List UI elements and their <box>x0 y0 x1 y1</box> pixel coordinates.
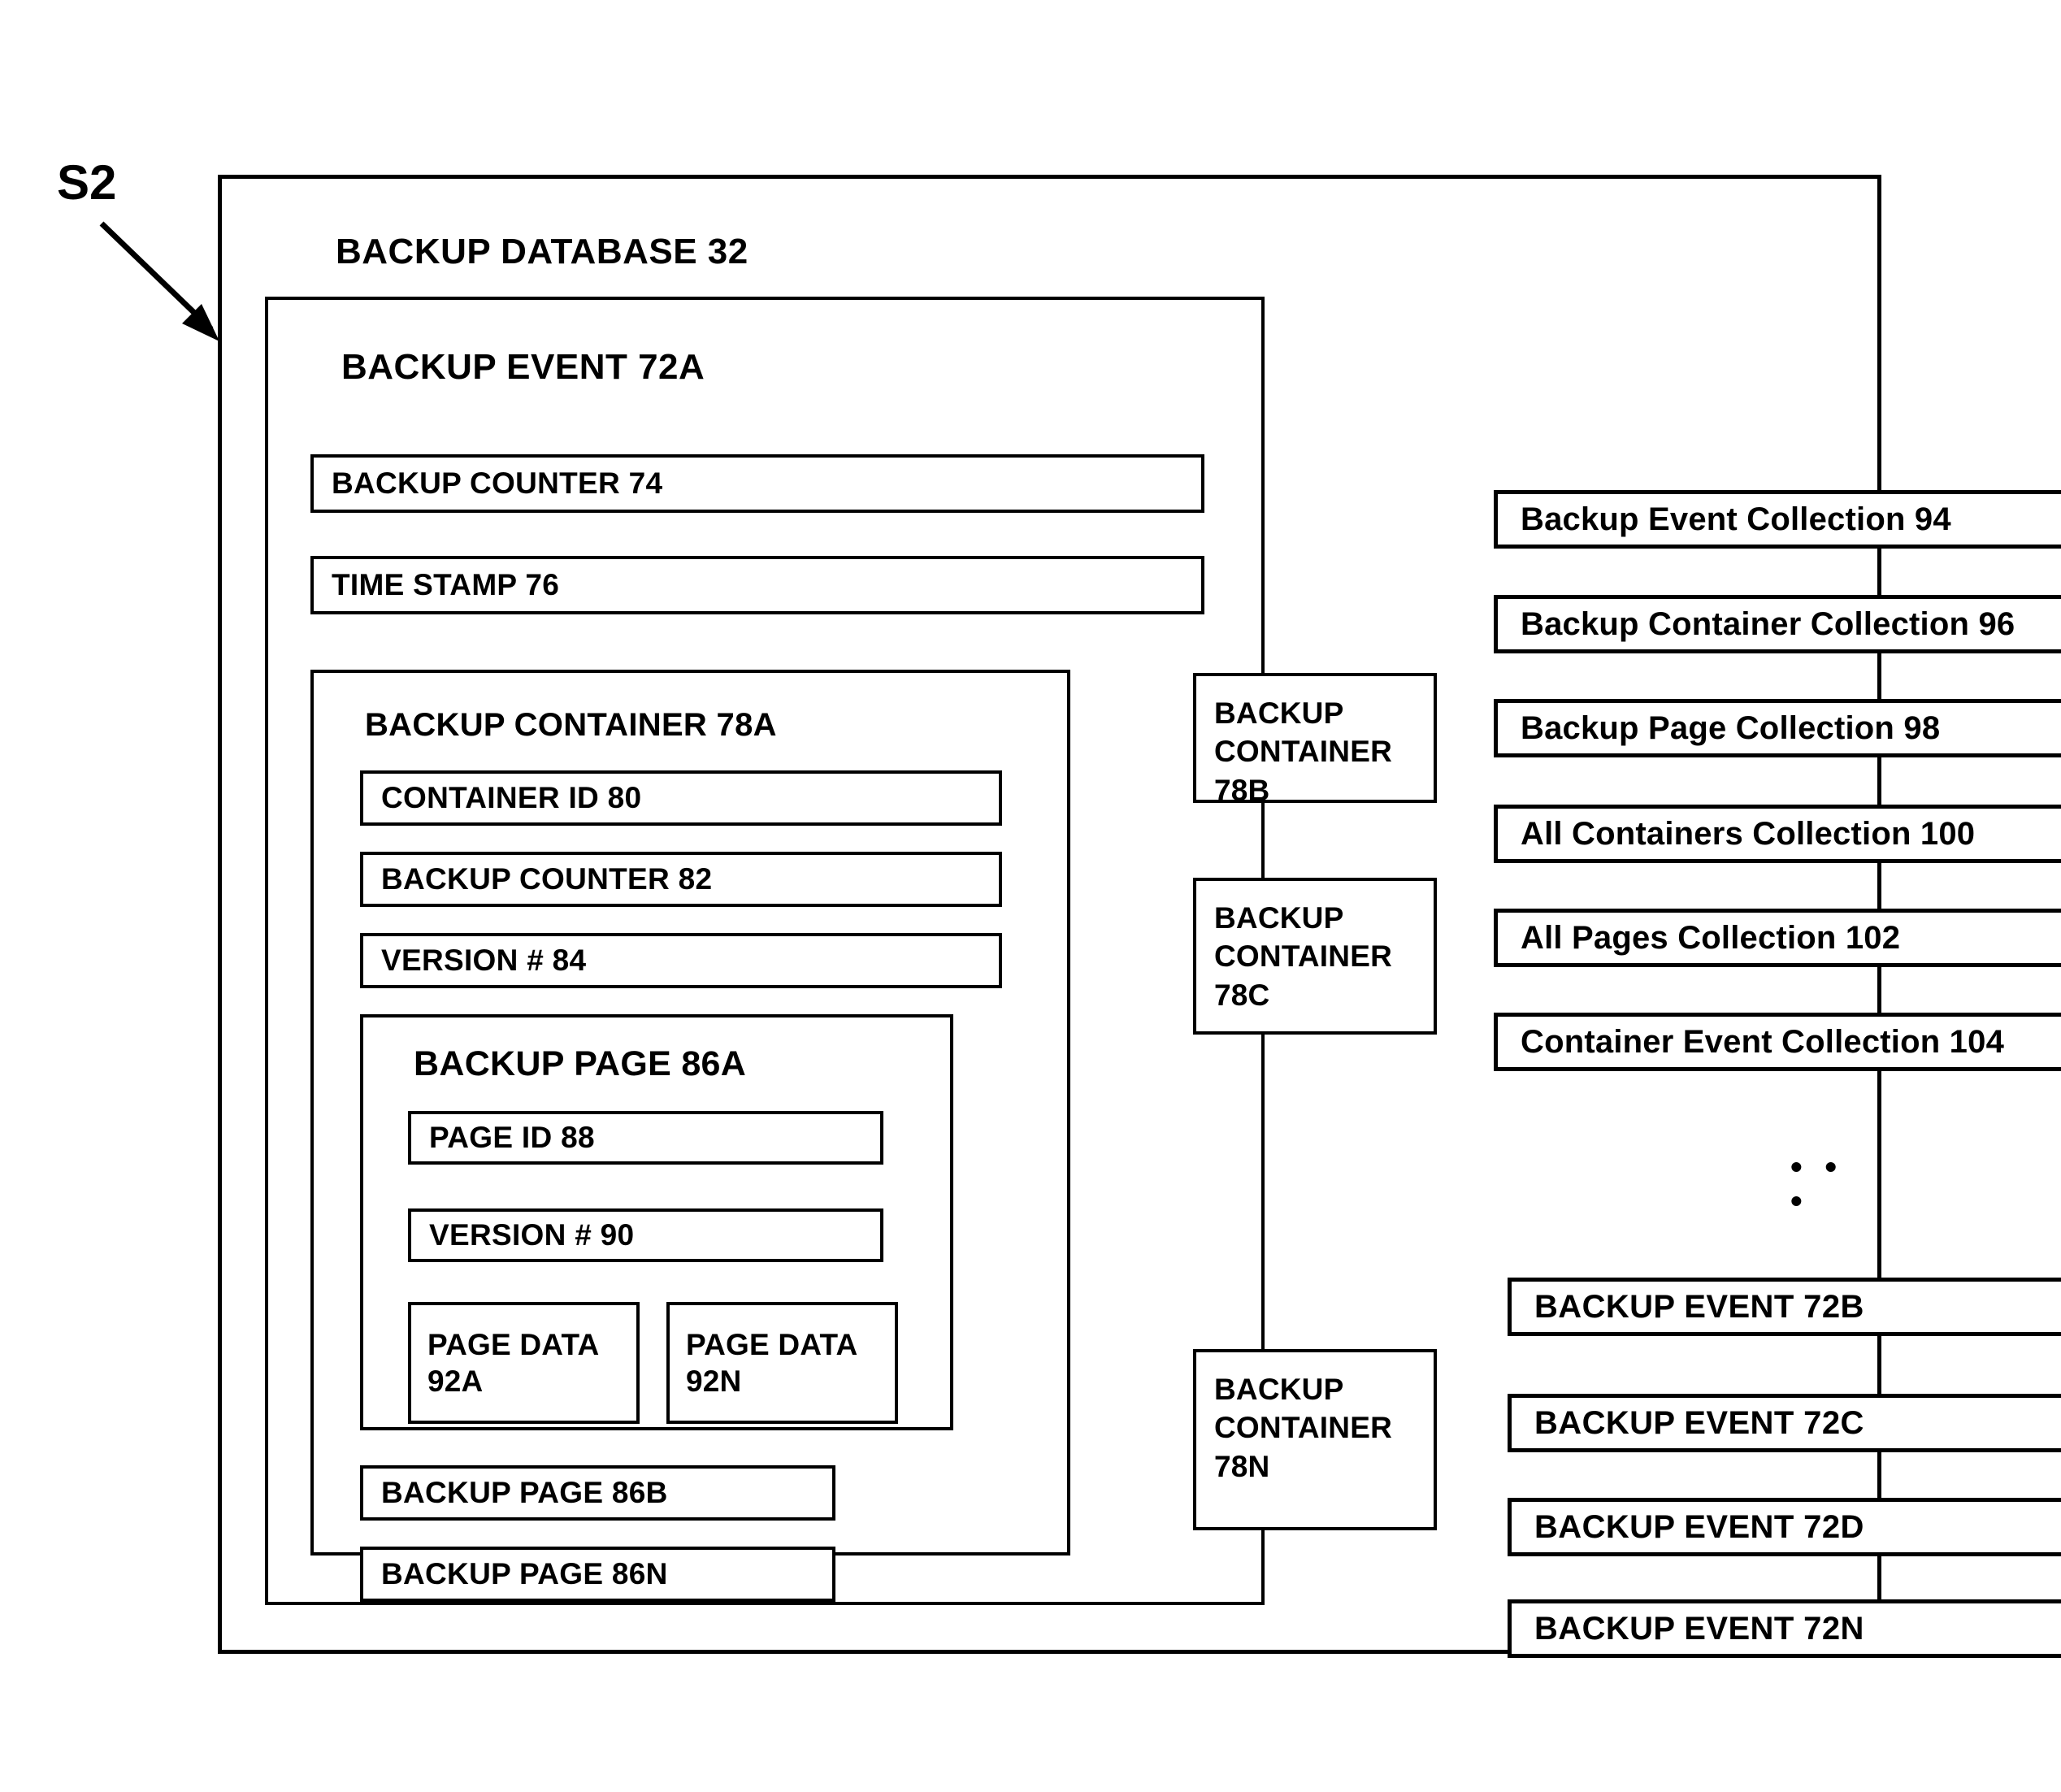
all-pages-collection-102-label: All Pages Collection 102 <box>1521 919 1901 956</box>
backup-container-78b-label: BACKUP CONTAINER 78B <box>1214 696 1392 807</box>
backup-container-78n-box: BACKUP CONTAINER 78N <box>1193 1349 1437 1530</box>
page-id-88-label: PAGE ID 88 <box>429 1121 595 1154</box>
backup-counter-74-label: BACKUP COUNTER 74 <box>332 466 663 500</box>
all-containers-collection-100-box: All Containers Collection 100 <box>1494 805 2061 863</box>
backup-event-72d-label: BACKUP EVENT 72D <box>1534 1508 1864 1545</box>
backup-container-collection-96-label: Backup Container Collection 96 <box>1521 605 2015 642</box>
backup-counter-74-box: BACKUP COUNTER 74 <box>310 454 1204 513</box>
version-number-90-label: VERSION # 90 <box>429 1218 635 1252</box>
page-data-92n-label: PAGE DATA 92N <box>686 1327 857 1398</box>
backup-page-86n-box: BACKUP PAGE 86N <box>360 1547 835 1602</box>
backup-container-78n-label: BACKUP CONTAINER 78N <box>1214 1373 1392 1483</box>
backup-database-title: BACKUP DATABASE 32 <box>336 232 748 271</box>
all-pages-collection-102-box: All Pages Collection 102 <box>1494 909 2061 967</box>
container-id-80-box: CONTAINER ID 80 <box>360 770 1002 826</box>
all-containers-collection-100-label: All Containers Collection 100 <box>1521 815 1976 852</box>
backup-event-collection-94-box: Backup Event Collection 94 <box>1494 490 2061 549</box>
backup-event-collection-94-label: Backup Event Collection 94 <box>1521 501 1951 537</box>
version-number-84-box: VERSION # 84 <box>360 933 1002 988</box>
backup-container-78a-panel: BACKUP CONTAINER 78A CONTAINER ID 80 BAC… <box>310 670 1070 1602</box>
backup-page-86n-label: BACKUP PAGE 86N <box>381 1557 668 1590</box>
backup-container-78b-box: BACKUP CONTAINER 78B <box>1193 673 1437 807</box>
page-data-92n-box: PAGE DATA 92N <box>666 1302 898 1424</box>
backup-container-78c-box: BACKUP CONTAINER 78C <box>1193 878 1437 1035</box>
backup-container-78a-title: BACKUP CONTAINER 78A <box>365 707 777 743</box>
backup-counter-82-box: BACKUP COUNTER 82 <box>360 852 1002 907</box>
backup-page-86b-box: BACKUP PAGE 86B <box>360 1465 835 1521</box>
backup-database-frame: BACKUP DATABASE 32 BACKUP EVENT 72A BACK… <box>218 175 2061 1658</box>
backup-page-86a-panel: BACKUP PAGE 86A PAGE ID 88 VERSION # 90 … <box>360 1014 953 1430</box>
backup-event-72a-title: BACKUP EVENT 72A <box>341 347 705 387</box>
page-data-92a-label: PAGE DATA 92A <box>427 1327 599 1398</box>
version-number-84-label: VERSION # 84 <box>381 944 587 977</box>
backup-event-72n-label: BACKUP EVENT 72N <box>1534 1610 1864 1647</box>
figure-reference-label: S2 <box>57 155 117 210</box>
backup-event-72b-label: BACKUP EVENT 72B <box>1534 1288 1864 1325</box>
backup-page-86b-label: BACKUP PAGE 86B <box>381 1476 668 1509</box>
backup-event-72a-panel: BACKUP EVENT 72A BACKUP COUNTER 74 TIME … <box>265 297 1265 1605</box>
backup-counter-82-label: BACKUP COUNTER 82 <box>381 862 713 896</box>
container-id-80-label: CONTAINER ID 80 <box>381 781 642 814</box>
backup-container-78c-label: BACKUP CONTAINER 78C <box>1214 901 1392 1012</box>
backup-event-72b-box: BACKUP EVENT 72B <box>1508 1278 2061 1336</box>
container-event-collection-104-box: Container Event Collection 104 <box>1494 1013 2061 1071</box>
backup-event-72n-box: BACKUP EVENT 72N <box>1508 1599 2061 1658</box>
time-stamp-76-label: TIME STAMP 76 <box>332 568 560 601</box>
backup-container-collection-96-box: Backup Container Collection 96 <box>1494 595 2061 653</box>
container-event-collection-104-label: Container Event Collection 104 <box>1521 1023 2005 1060</box>
version-number-90-box: VERSION # 90 <box>408 1208 883 1262</box>
backup-event-72c-box: BACKUP EVENT 72C <box>1508 1394 2061 1452</box>
backup-page-collection-98-box: Backup Page Collection 98 <box>1494 699 2061 757</box>
page-id-88-box: PAGE ID 88 <box>408 1111 883 1165</box>
backup-event-72d-box: BACKUP EVENT 72D <box>1508 1498 2061 1556</box>
time-stamp-76-box: TIME STAMP 76 <box>310 556 1204 614</box>
page-data-92a-box: PAGE DATA 92A <box>408 1302 640 1424</box>
backup-page-collection-98-label: Backup Page Collection 98 <box>1521 709 1941 746</box>
ellipsis-indicator: • • • <box>1790 1148 1844 1220</box>
backup-page-86a-title: BACKUP PAGE 86A <box>414 1044 747 1083</box>
backup-event-72c-label: BACKUP EVENT 72C <box>1534 1404 1864 1441</box>
